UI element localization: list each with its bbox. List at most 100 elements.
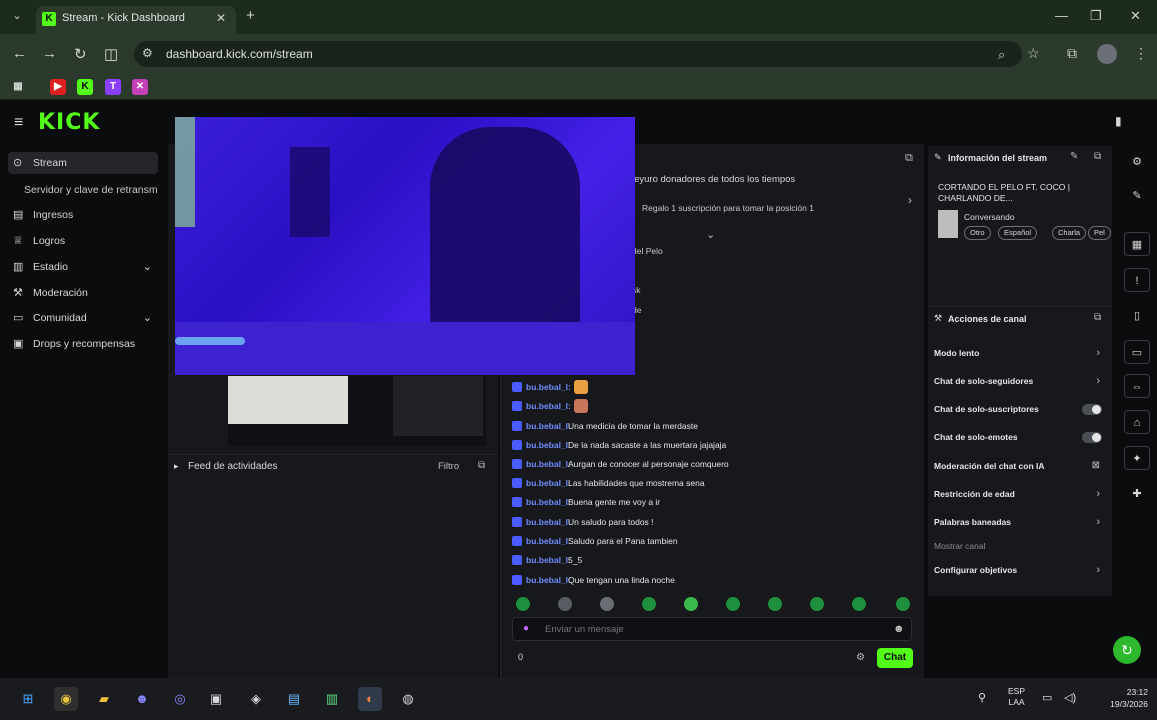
chat-username[interactable]: bu.bebal_l: <box>526 555 571 565</box>
gear-icon[interactable]: ⚙ <box>856 652 865 663</box>
chat-message-input[interactable] <box>545 624 865 635</box>
chevron-down-icon[interactable]: ⌄ <box>706 228 715 241</box>
send-chat-button[interactable]: Chat <box>877 648 913 668</box>
action-slow-mode[interactable]: Modo lento › <box>934 345 1106 363</box>
bookmark-star-icon[interactable]: ☆ <box>1027 45 1040 62</box>
emote-icon[interactable] <box>642 597 656 611</box>
back-icon[interactable]: ← <box>12 45 27 62</box>
chat-username[interactable]: bu.bebal_l: <box>526 401 571 411</box>
browser-tab[interactable]: K Stream - Kick Dashboard ✕ <box>36 6 236 34</box>
menu-icon[interactable]: ≡ <box>14 114 23 132</box>
forward-icon[interactable]: → <box>42 45 57 62</box>
clock[interactable]: 23:12 19/3/2026 <box>1108 686 1148 710</box>
chat-username[interactable]: bu.bebal_l: <box>526 440 571 450</box>
chat-username[interactable]: bu.bebal_l: <box>526 517 571 527</box>
app-icon[interactable]: ▥ <box>320 687 344 711</box>
youtube-bookmark-icon[interactable]: ▶ <box>50 79 66 95</box>
app-icon[interactable]: ▤ <box>282 687 306 711</box>
sidebar-item-estadio[interactable]: ▥ Estadio ⌄ <box>8 256 158 278</box>
pinned-gift-sub[interactable]: Regalo 1 suscripción para tomar la posic… <box>642 203 814 213</box>
action-ai-moderation[interactable]: Moderación del chat con IA ⊠ <box>934 458 1106 476</box>
app-icon[interactable]: ◐ <box>358 687 382 711</box>
tools-icon[interactable]: ⌂ <box>1124 410 1150 434</box>
site-info-icon[interactable]: ⚙ <box>142 46 153 60</box>
pencil-icon[interactable]: ✎ <box>1124 184 1150 208</box>
sidebar-item-ingresos[interactable]: ▤ Ingresos <box>8 204 158 226</box>
obs-icon[interactable]: ◈ <box>244 687 268 711</box>
sidebar-item-logros[interactable]: ♕ Logros <box>8 230 158 252</box>
emote-icon[interactable] <box>810 597 824 611</box>
emoji-icon[interactable]: ☻ <box>893 623 905 635</box>
discord-icon[interactable]: ☻ <box>130 687 154 711</box>
emote-icon[interactable] <box>852 597 866 611</box>
emote-icon[interactable] <box>516 597 530 611</box>
emote-icon[interactable] <box>768 597 782 611</box>
profile-avatar[interactable] <box>1097 44 1117 64</box>
resize-icon[interactable]: ⇔ <box>1124 374 1150 398</box>
webcam-overlay[interactable] <box>175 117 635 375</box>
sidebar-item-comunidad[interactable]: ▭ Comunidad ⌄ <box>8 307 158 329</box>
chat-popout-icon[interactable]: ⧉ <box>905 152 913 165</box>
action-age-restriction[interactable]: Restricción de edad › <box>934 486 1106 504</box>
microphone-icon[interactable]: ● <box>523 623 529 634</box>
sidebar-item-stream[interactable]: ⊙ Stream <box>8 152 158 174</box>
close-window-icon[interactable]: ✕ <box>1130 8 1141 24</box>
chevron-right-icon[interactable]: › <box>908 193 912 207</box>
wrench-icon[interactable]: ✦ <box>1124 446 1150 470</box>
emote-icon[interactable] <box>600 597 614 611</box>
sidebar-item-server-key[interactable]: Servidor y clave de retransm <box>24 184 158 196</box>
sidebar-item-drops[interactable]: ▣ Drops y recompensas <box>8 333 158 355</box>
action-followers-only[interactable]: Chat de solo-seguidores › <box>934 373 1106 391</box>
bookmark-icon[interactable]: ✕ <box>132 79 148 95</box>
notifications-icon[interactable]: ▮ <box>1115 114 1122 128</box>
emote-icon[interactable] <box>684 597 698 611</box>
subscribers-only-toggle[interactable] <box>1082 404 1102 415</box>
stream-preview-thumbnail[interactable] <box>228 376 486 446</box>
location-icon[interactable]: ⚲ <box>978 691 986 704</box>
network-icon[interactable]: ▭ <box>1042 691 1052 704</box>
app-icon[interactable]: ◍ <box>396 687 420 711</box>
split-view-icon[interactable]: ◫ <box>104 45 118 63</box>
start-icon[interactable]: ⊞ <box>16 687 40 711</box>
action-show-channel[interactable]: Mostrar canal <box>934 538 1106 556</box>
address-bar[interactable]: ⚙ dashboard.kick.com/stream ⌕ <box>134 41 1022 67</box>
popout-icon[interactable]: ⧉ <box>478 460 485 471</box>
popout-icon[interactable]: ⧉ <box>1094 151 1101 162</box>
chat-username[interactable]: bu.bebal_l: <box>526 382 571 392</box>
chat-username[interactable]: bu.bebal_l: <box>526 497 571 507</box>
browser-menu-icon[interactable]: ⋮ <box>1134 45 1148 62</box>
app-icon[interactable]: ◎ <box>168 687 192 711</box>
extensions-icon[interactable]: ⧉ <box>1067 45 1077 62</box>
pin-icon[interactable]: ✚ <box>1124 482 1150 506</box>
chat-username[interactable]: bu.bebal_l: <box>526 421 571 431</box>
kick-bookmark-icon[interactable]: K <box>77 79 93 95</box>
file-icon[interactable]: ▯ <box>1124 304 1150 328</box>
alert-icon[interactable]: ! <box>1124 268 1150 292</box>
support-icon[interactable]: ↻ <box>1113 636 1141 664</box>
kick-logo[interactable]: KICK <box>38 110 100 135</box>
chat-username[interactable]: bu.bebal_l: <box>526 575 571 585</box>
chat-username[interactable]: bu.bebal_l: <box>526 478 571 488</box>
chat-icon[interactable]: ▭ <box>1124 340 1150 364</box>
new-tab-icon[interactable]: + <box>246 7 255 24</box>
app-icon[interactable]: ▣ <box>204 687 228 711</box>
restore-icon[interactable]: ❐ <box>1090 8 1102 24</box>
emote-icon[interactable] <box>558 597 572 611</box>
chrome-icon[interactable]: ◉ <box>54 687 78 711</box>
file-explorer-icon[interactable]: ▰ <box>92 687 116 711</box>
emote-icon[interactable] <box>726 597 740 611</box>
action-goals[interactable]: Configurar objetivos › <box>934 562 1106 580</box>
popout-icon[interactable]: ⧉ <box>1094 312 1101 323</box>
emotes-only-toggle[interactable] <box>1082 432 1102 443</box>
chat-username[interactable]: bu.bebal_l: <box>526 536 571 546</box>
layout-icon[interactable]: ▦ <box>1124 232 1150 256</box>
tab-search-icon[interactable]: ⌄ <box>8 9 26 25</box>
emote-icon[interactable] <box>896 597 910 611</box>
volume-icon[interactable]: ◁) <box>1064 691 1076 704</box>
sidebar-item-moderacion[interactable]: ⚒ Moderación <box>8 282 158 304</box>
zoom-icon[interactable]: ⌕ <box>998 47 1005 63</box>
language-indicator[interactable]: ESP LAA <box>1008 686 1025 708</box>
edit-icon[interactable]: ✎ <box>1070 151 1078 162</box>
apps-icon[interactable]: ▦ <box>10 79 26 95</box>
reload-icon[interactable]: ↻ <box>74 45 87 63</box>
